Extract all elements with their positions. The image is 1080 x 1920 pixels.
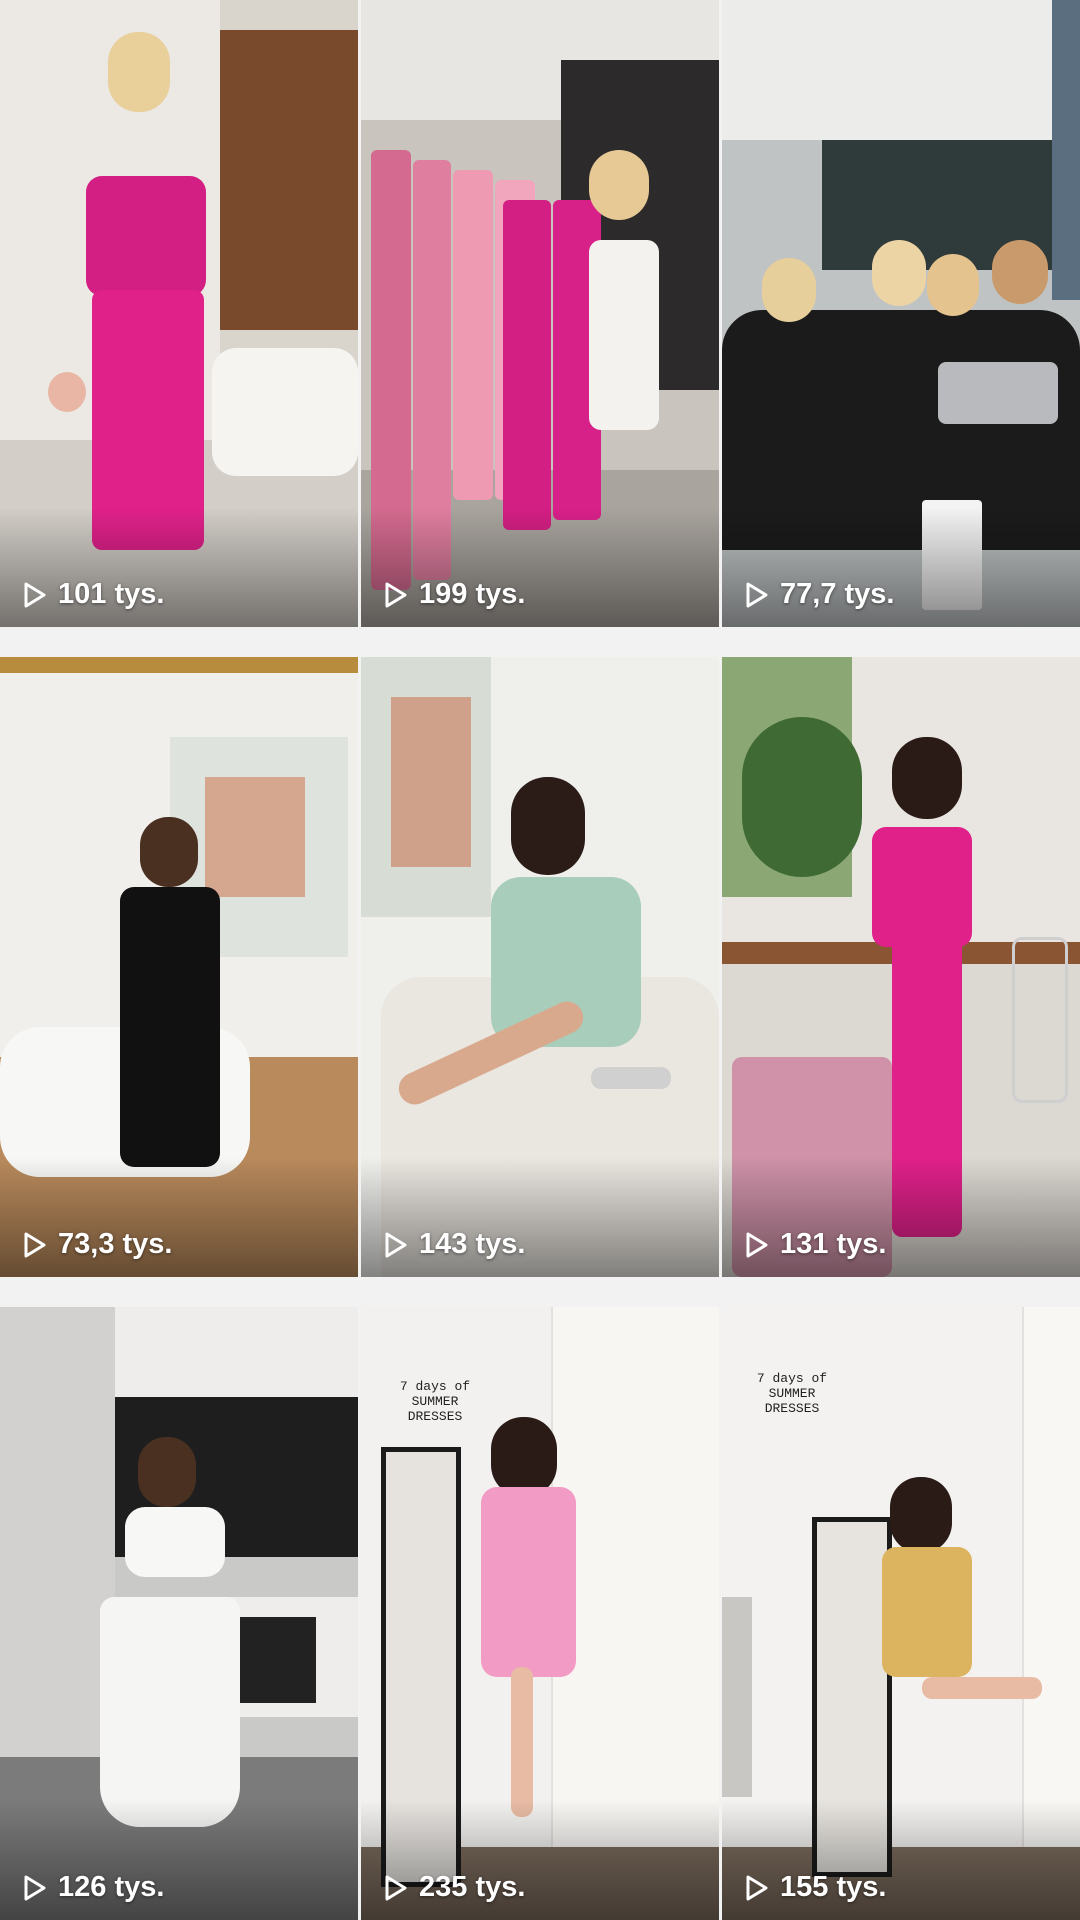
play-icon (24, 1232, 46, 1257)
play-icon (385, 1875, 407, 1900)
view-count-label: 155 tys. (780, 1871, 887, 1903)
view-count: 155 tys. (744, 1871, 886, 1904)
reels-grid: 101 tys. 199 tys. 77,7 tys. 73,3 tys. 14… (0, 0, 1080, 1920)
reel-tile-1[interactable]: 101 tys. (0, 0, 358, 627)
reel-tile-6[interactable]: 131 tys. (722, 657, 1080, 1277)
view-count-label: 126 tys. (58, 1871, 165, 1903)
play-icon (24, 1875, 46, 1900)
reel-tile-4[interactable]: 73,3 tys. (0, 657, 358, 1277)
reel-tile-5[interactable]: 143 tys. (361, 657, 719, 1277)
reel-tile-2[interactable]: 199 tys. (361, 0, 719, 627)
play-icon (385, 1232, 407, 1257)
view-count: 235 tys. (383, 1871, 525, 1904)
view-count: 77,7 tys. (744, 578, 894, 611)
reel-tile-3[interactable]: 77,7 tys. (722, 0, 1080, 627)
reel-caption: 7 days of SUMMER DRESSES (399, 1379, 471, 1424)
view-count: 101 tys. (22, 578, 164, 611)
view-count: 143 tys. (383, 1228, 525, 1261)
play-icon (746, 1232, 768, 1257)
reel-tile-7[interactable]: 126 tys. (0, 1307, 358, 1920)
view-count-label: 77,7 tys. (780, 578, 895, 610)
play-icon (24, 582, 46, 607)
reel-tile-9[interactable]: 7 days of SUMMER DRESSES 155 tys. (722, 1307, 1080, 1920)
view-count-label: 235 tys. (419, 1871, 526, 1903)
reel-caption: 7 days of SUMMER DRESSES (756, 1371, 828, 1416)
play-icon (385, 582, 407, 607)
view-count-label: 143 tys. (419, 1228, 526, 1260)
play-icon (746, 1875, 768, 1900)
view-count-label: 101 tys. (58, 578, 165, 610)
view-count-label: 199 tys. (419, 578, 526, 610)
view-count: 131 tys. (744, 1228, 886, 1261)
view-count-label: 131 tys. (780, 1228, 887, 1260)
view-count: 199 tys. (383, 578, 525, 611)
view-count-label: 73,3 tys. (58, 1228, 173, 1260)
view-count: 73,3 tys. (22, 1228, 172, 1261)
reel-tile-8[interactable]: 7 days of SUMMER DRESSES 235 tys. (361, 1307, 719, 1920)
play-icon (746, 582, 768, 607)
view-count: 126 tys. (22, 1871, 164, 1904)
